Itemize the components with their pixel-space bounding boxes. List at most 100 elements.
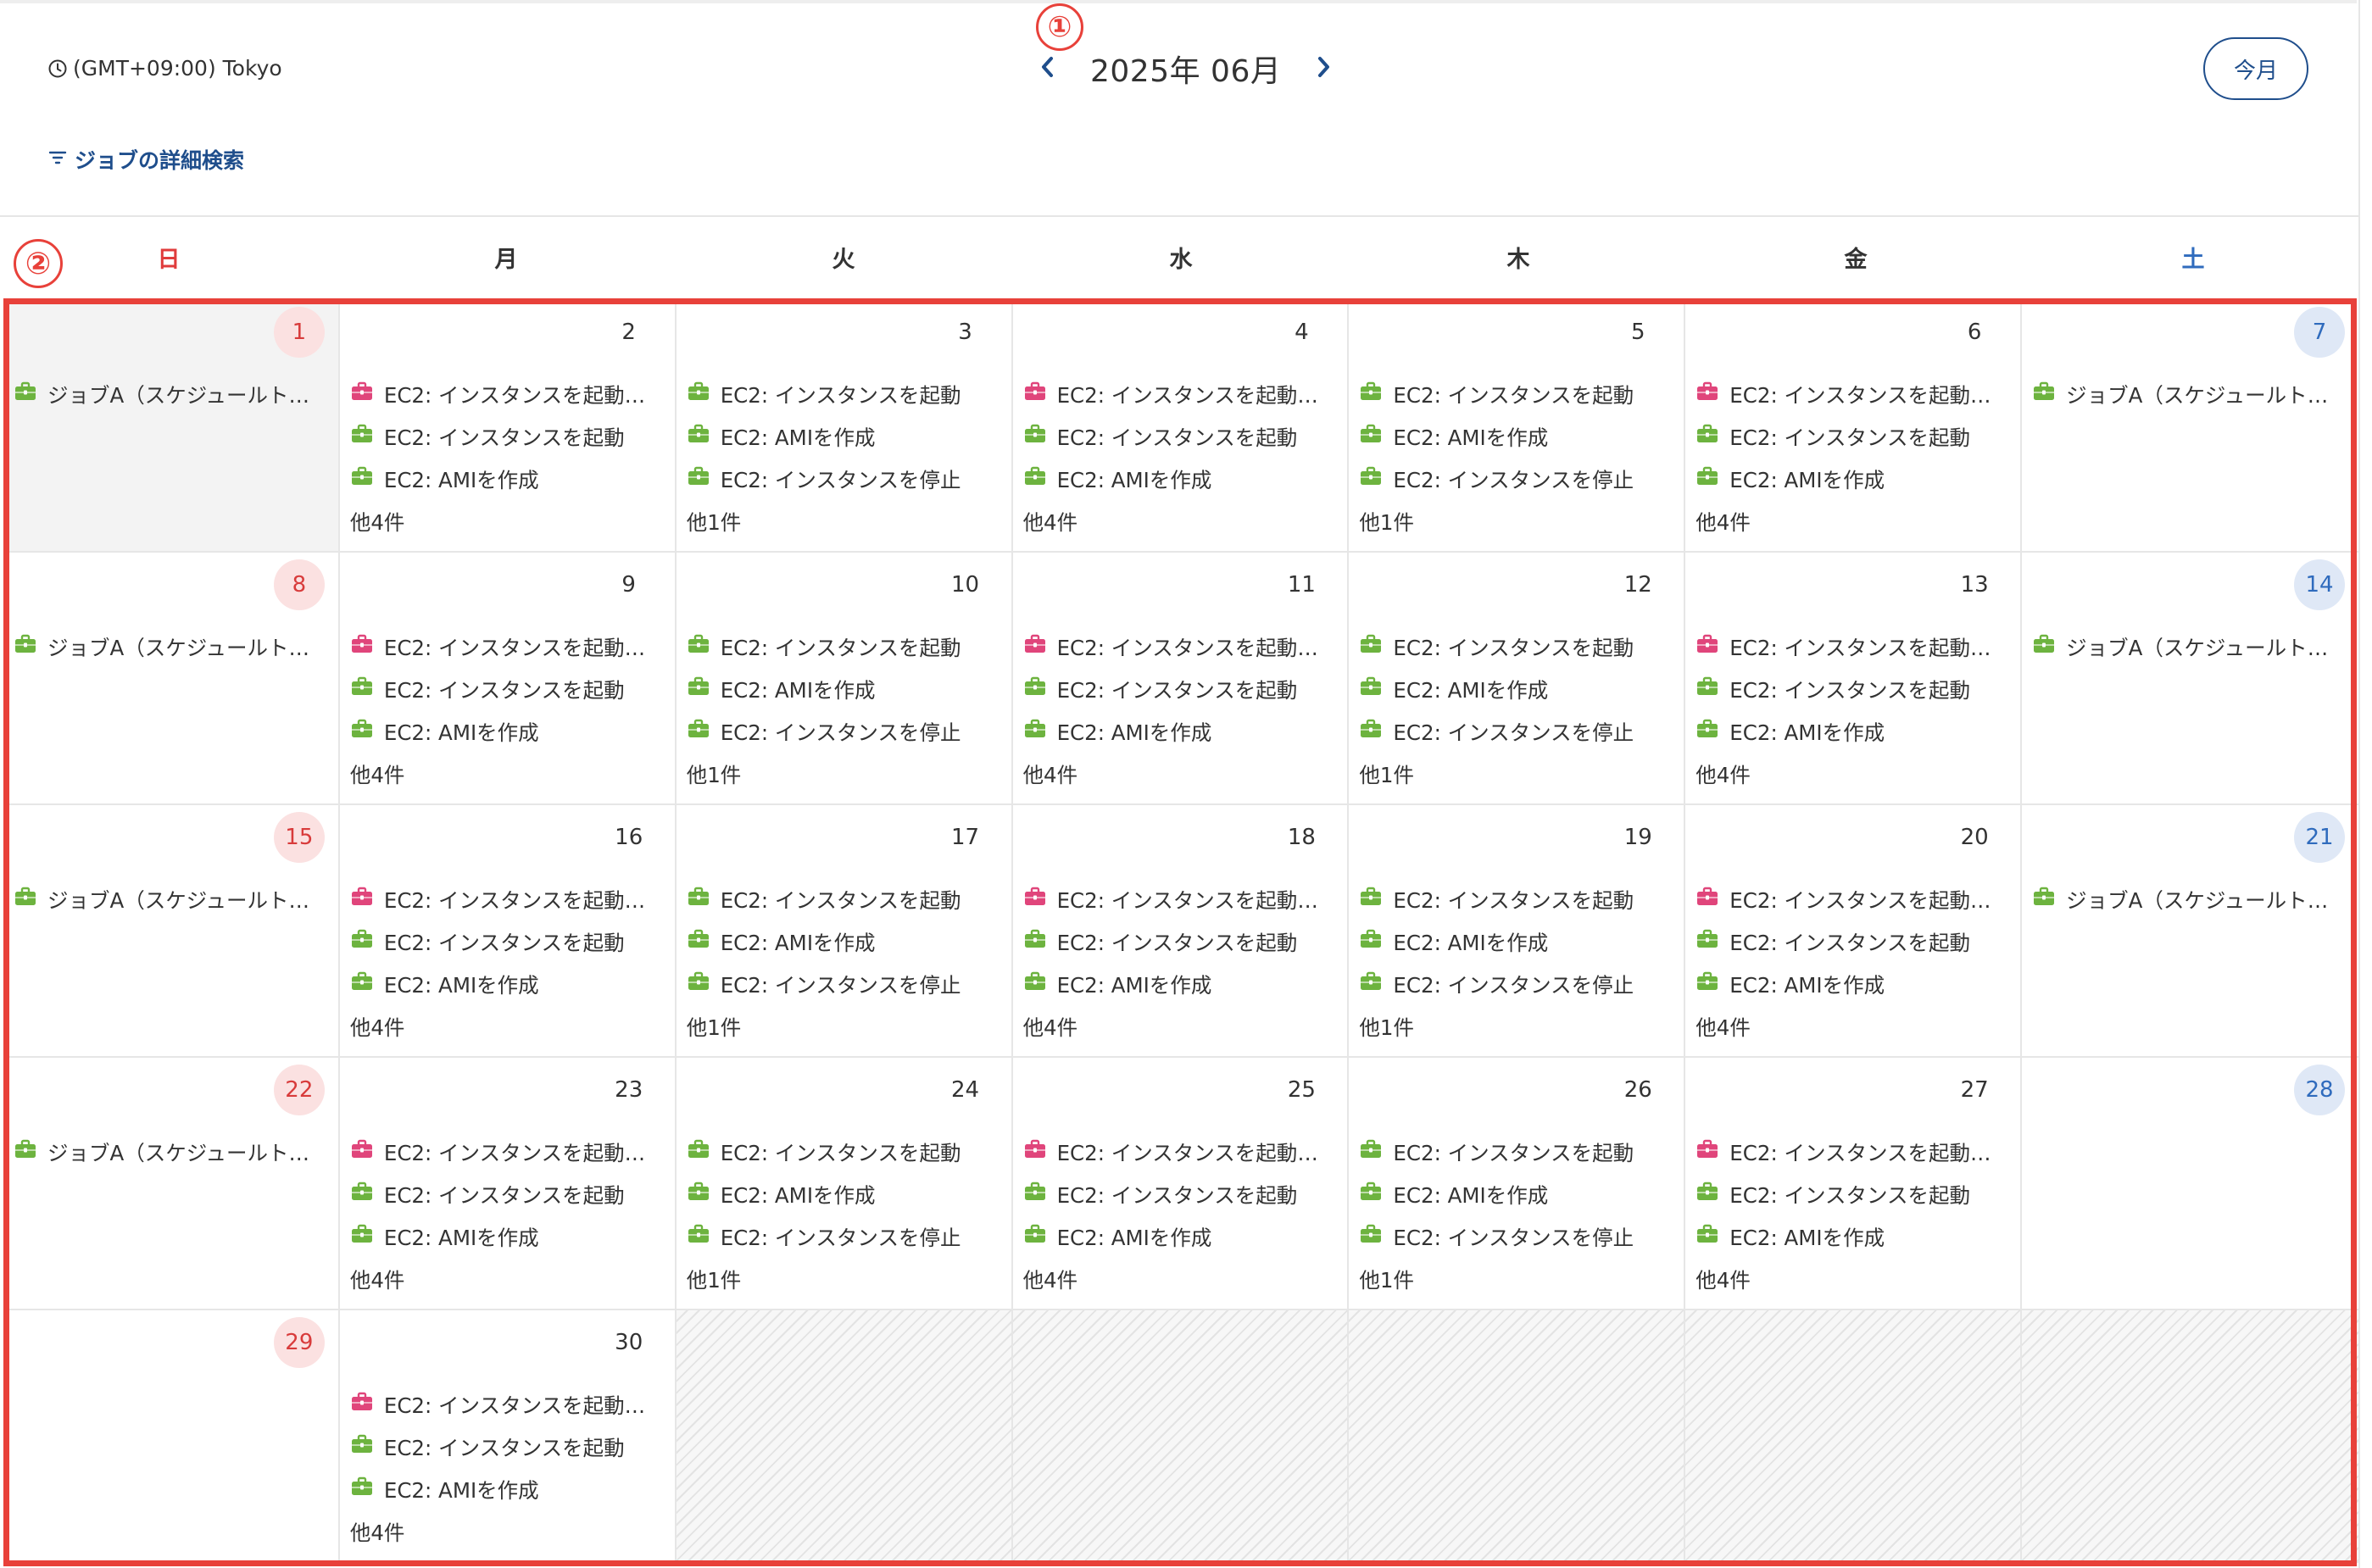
job-event[interactable]: EC2: インスタンスを起動（タグ指定） — [1023, 626, 1337, 668]
calendar-day-cell[interactable]: 17 EC2: インスタンスを起動 EC2: AMIを作成 EC2: インスタンスを停… — [676, 805, 1013, 1058]
job-event[interactable]: EC2: インスタンスを起動 — [1695, 1173, 2010, 1215]
calendar-day-cell[interactable]: 12 EC2: インスタンスを起動 EC2: AMIを作成 EC2: インスタンスを停… — [1349, 553, 1686, 805]
more-events-link[interactable]: 他1件 — [687, 1005, 1001, 1048]
job-event[interactable]: EC2: AMIを作成 — [1023, 1215, 1338, 1258]
calendar-day-cell[interactable]: 19 EC2: インスタンスを起動 EC2: AMIを作成 EC2: インスタンスを停… — [1349, 805, 1686, 1058]
job-event[interactable]: EC2: インスタンスを停止 — [687, 1215, 1001, 1258]
job-event[interactable]: EC2: インスタンスを停止 — [1359, 710, 1673, 753]
job-event[interactable]: EC2: AMIを作成 — [1023, 963, 1338, 1005]
previous-month-button[interactable] — [1026, 47, 1068, 90]
calendar-day-cell[interactable]: 7 ジョブA（スケジュールトリガー） — [2022, 300, 2358, 553]
job-event[interactable]: EC2: インスタンスを起動 — [350, 415, 665, 458]
job-event[interactable]: ジョブA（スケジュールトリガー） — [2032, 373, 2348, 415]
calendar-day-cell[interactable]: 10 EC2: インスタンスを起動 EC2: AMIを作成 EC2: インスタンスを停… — [676, 553, 1013, 805]
calendar-day-cell[interactable]: 22 ジョブA（スケジュールトリガー） — [3, 1058, 340, 1310]
job-event[interactable]: EC2: インスタンスを起動 — [687, 878, 1001, 920]
job-event[interactable]: EC2: インスタンスを停止 — [1359, 458, 1673, 500]
more-events-link[interactable]: 他4件 — [1695, 1005, 2010, 1048]
job-advanced-search-link[interactable]: ジョブの詳細検索 — [47, 144, 244, 175]
job-event[interactable]: EC2: インスタンスを起動（タグ指定） — [1695, 878, 2010, 920]
job-event[interactable]: EC2: インスタンスを起動（タグ指定） — [1695, 373, 2010, 415]
job-event[interactable]: EC2: インスタンスを起動 — [687, 373, 1001, 415]
calendar-day-cell[interactable]: 9EC2: インスタンスを起動（タグ指定）EC2: インスタンスを起動EC2: … — [339, 553, 677, 805]
calendar-day-cell[interactable]: 28 — [2022, 1058, 2358, 1310]
calendar-day-cell[interactable]: 24 EC2: インスタンスを起動 EC2: AMIを作成 EC2: インスタンスを停… — [676, 1058, 1013, 1310]
job-event[interactable]: ジョブA（スケジュールトリガー） — [14, 878, 328, 920]
calendar-day-cell[interactable]: 30EC2: インスタンスを起動（タグ指定）EC2: インスタンスを起動EC2:… — [339, 1310, 677, 1563]
job-event[interactable]: EC2: インスタンスを起動（タグ指定） — [350, 373, 665, 415]
more-events-link[interactable]: 他4件 — [1023, 1258, 1338, 1300]
job-event[interactable]: EC2: AMIを作成 — [1695, 458, 2010, 500]
calendar-day-cell[interactable]: 18EC2: インスタンスを起動（タグ指定）EC2: インスタンスを起動EC2:… — [1012, 805, 1350, 1058]
job-event[interactable]: EC2: インスタンスを起動 — [1023, 920, 1338, 963]
job-event[interactable]: ジョブA（スケジュールトリガー） — [2032, 878, 2348, 920]
calendar-day-cell[interactable]: 20EC2: インスタンスを起動（タグ指定）EC2: インスタンスを起動EC2:… — [1685, 805, 2023, 1058]
job-event[interactable]: EC2: AMIを作成 — [1359, 415, 1673, 458]
job-event[interactable]: EC2: インスタンスを起動 — [1695, 415, 2010, 458]
job-event[interactable]: EC2: AMIを作成 — [350, 710, 665, 753]
job-event[interactable]: ジョブA（スケジュールトリガー） — [2032, 626, 2348, 668]
more-events-link[interactable]: 他1件 — [1359, 753, 1673, 795]
job-event[interactable]: EC2: AMIを作成 — [350, 1215, 665, 1258]
job-event[interactable]: EC2: AMIを作成 — [1023, 458, 1338, 500]
calendar-day-cell[interactable]: 27EC2: インスタンスを起動（タグ指定）EC2: インスタンスを起動EC2:… — [1685, 1058, 2023, 1310]
more-events-link[interactable]: 他1件 — [1359, 1258, 1673, 1300]
more-events-link[interactable]: 他4件 — [350, 1258, 665, 1300]
more-events-link[interactable]: 他4件 — [1023, 1005, 1338, 1048]
calendar-day-cell[interactable]: 4EC2: インスタンスを起動（タグ指定）EC2: インスタンスを起動EC2: … — [1012, 300, 1350, 553]
job-event[interactable]: EC2: インスタンスを起動（タグ指定） — [350, 1383, 665, 1426]
job-event[interactable]: EC2: AMIを作成 — [687, 668, 1001, 710]
more-events-link[interactable]: 他4件 — [1023, 753, 1338, 795]
job-event[interactable]: EC2: インスタンスを起動 — [1023, 415, 1338, 458]
job-event[interactable]: EC2: インスタンスを起動 — [350, 1426, 665, 1468]
job-event[interactable]: EC2: AMIを作成 — [687, 920, 1001, 963]
job-event[interactable]: EC2: インスタンスを停止 — [1359, 963, 1673, 1005]
job-event[interactable]: EC2: AMIを作成 — [1359, 920, 1673, 963]
job-event[interactable]: ジョブA（スケジュールトリガー） — [14, 373, 328, 415]
more-events-link[interactable]: 他4件 — [350, 1510, 665, 1553]
job-event[interactable]: EC2: AMIを作成 — [350, 458, 665, 500]
job-event[interactable]: EC2: AMIを作成 — [1695, 963, 2010, 1005]
more-events-link[interactable]: 他4件 — [1695, 500, 2010, 542]
more-events-link[interactable]: 他1件 — [687, 753, 1001, 795]
next-month-button[interactable] — [1303, 47, 1345, 90]
job-event[interactable]: EC2: インスタンスを起動（タグ指定） — [350, 878, 665, 920]
job-event[interactable]: EC2: インスタンスを停止 — [687, 710, 1001, 753]
more-events-link[interactable]: 他4件 — [1023, 500, 1338, 542]
job-event[interactable]: EC2: インスタンスを起動 — [1023, 668, 1338, 710]
more-events-link[interactable]: 他1件 — [687, 1258, 1001, 1300]
more-events-link[interactable]: 他4件 — [1695, 1258, 2010, 1300]
more-events-link[interactable]: 他1件 — [1359, 1005, 1673, 1048]
job-event[interactable]: EC2: インスタンスを起動 — [350, 920, 665, 963]
job-event[interactable]: EC2: AMIを作成 — [1695, 1215, 2010, 1258]
job-event[interactable]: EC2: AMIを作成 — [1695, 710, 2010, 753]
job-event[interactable]: EC2: インスタンスを停止 — [687, 963, 1001, 1005]
job-event[interactable]: EC2: インスタンスを起動（タグ指定） — [1023, 373, 1337, 415]
more-events-link[interactable]: 他1件 — [1359, 500, 1673, 542]
more-events-link[interactable]: 他4件 — [350, 753, 665, 795]
job-event[interactable]: EC2: インスタンスを起動（タグ指定） — [1023, 878, 1337, 920]
job-event[interactable]: EC2: インスタンスを停止 — [1359, 1215, 1673, 1258]
job-event[interactable]: EC2: AMIを作成 — [687, 1173, 1001, 1215]
job-event[interactable]: EC2: インスタンスを起動（タグ指定） — [350, 1131, 665, 1173]
more-events-link[interactable]: 他4件 — [350, 500, 665, 542]
job-event[interactable]: EC2: AMIを作成 — [350, 963, 665, 1005]
job-event[interactable]: EC2: インスタンスを起動 — [1359, 1131, 1673, 1173]
calendar-day-cell[interactable]: 16EC2: インスタンスを起動（タグ指定）EC2: インスタンスを起動EC2:… — [339, 805, 677, 1058]
job-event[interactable]: EC2: AMIを作成 — [1023, 710, 1338, 753]
more-events-link[interactable]: 他4件 — [350, 1005, 665, 1048]
calendar-day-cell[interactable]: 21 ジョブA（スケジュールトリガー） — [2022, 805, 2358, 1058]
job-event[interactable]: EC2: インスタンスを起動（タグ指定） — [1695, 1131, 2010, 1173]
job-event[interactable]: EC2: インスタンスを起動 — [350, 668, 665, 710]
current-month-button[interactable]: 今月 — [2203, 37, 2308, 100]
job-event[interactable]: EC2: インスタンスを起動 — [1359, 878, 1673, 920]
job-event[interactable]: ジョブA（スケジュールトリガー） — [14, 626, 328, 668]
job-event[interactable]: ジョブA（スケジュールトリガー） — [14, 1131, 328, 1173]
job-event[interactable]: EC2: インスタンスを起動 — [1359, 373, 1673, 415]
calendar-day-cell[interactable]: 23EC2: インスタンスを起動（タグ指定）EC2: インスタンスを起動EC2:… — [339, 1058, 677, 1310]
job-event[interactable]: EC2: インスタンスを起動（タグ指定） — [350, 626, 665, 668]
job-event[interactable]: EC2: インスタンスを起動 — [687, 1131, 1001, 1173]
calendar-day-cell[interactable]: 6EC2: インスタンスを起動（タグ指定）EC2: インスタンスを起動EC2: … — [1685, 300, 2023, 553]
more-events-link[interactable]: 他4件 — [1695, 753, 2010, 795]
calendar-day-cell[interactable]: 15 ジョブA（スケジュールトリガー） — [3, 805, 340, 1058]
